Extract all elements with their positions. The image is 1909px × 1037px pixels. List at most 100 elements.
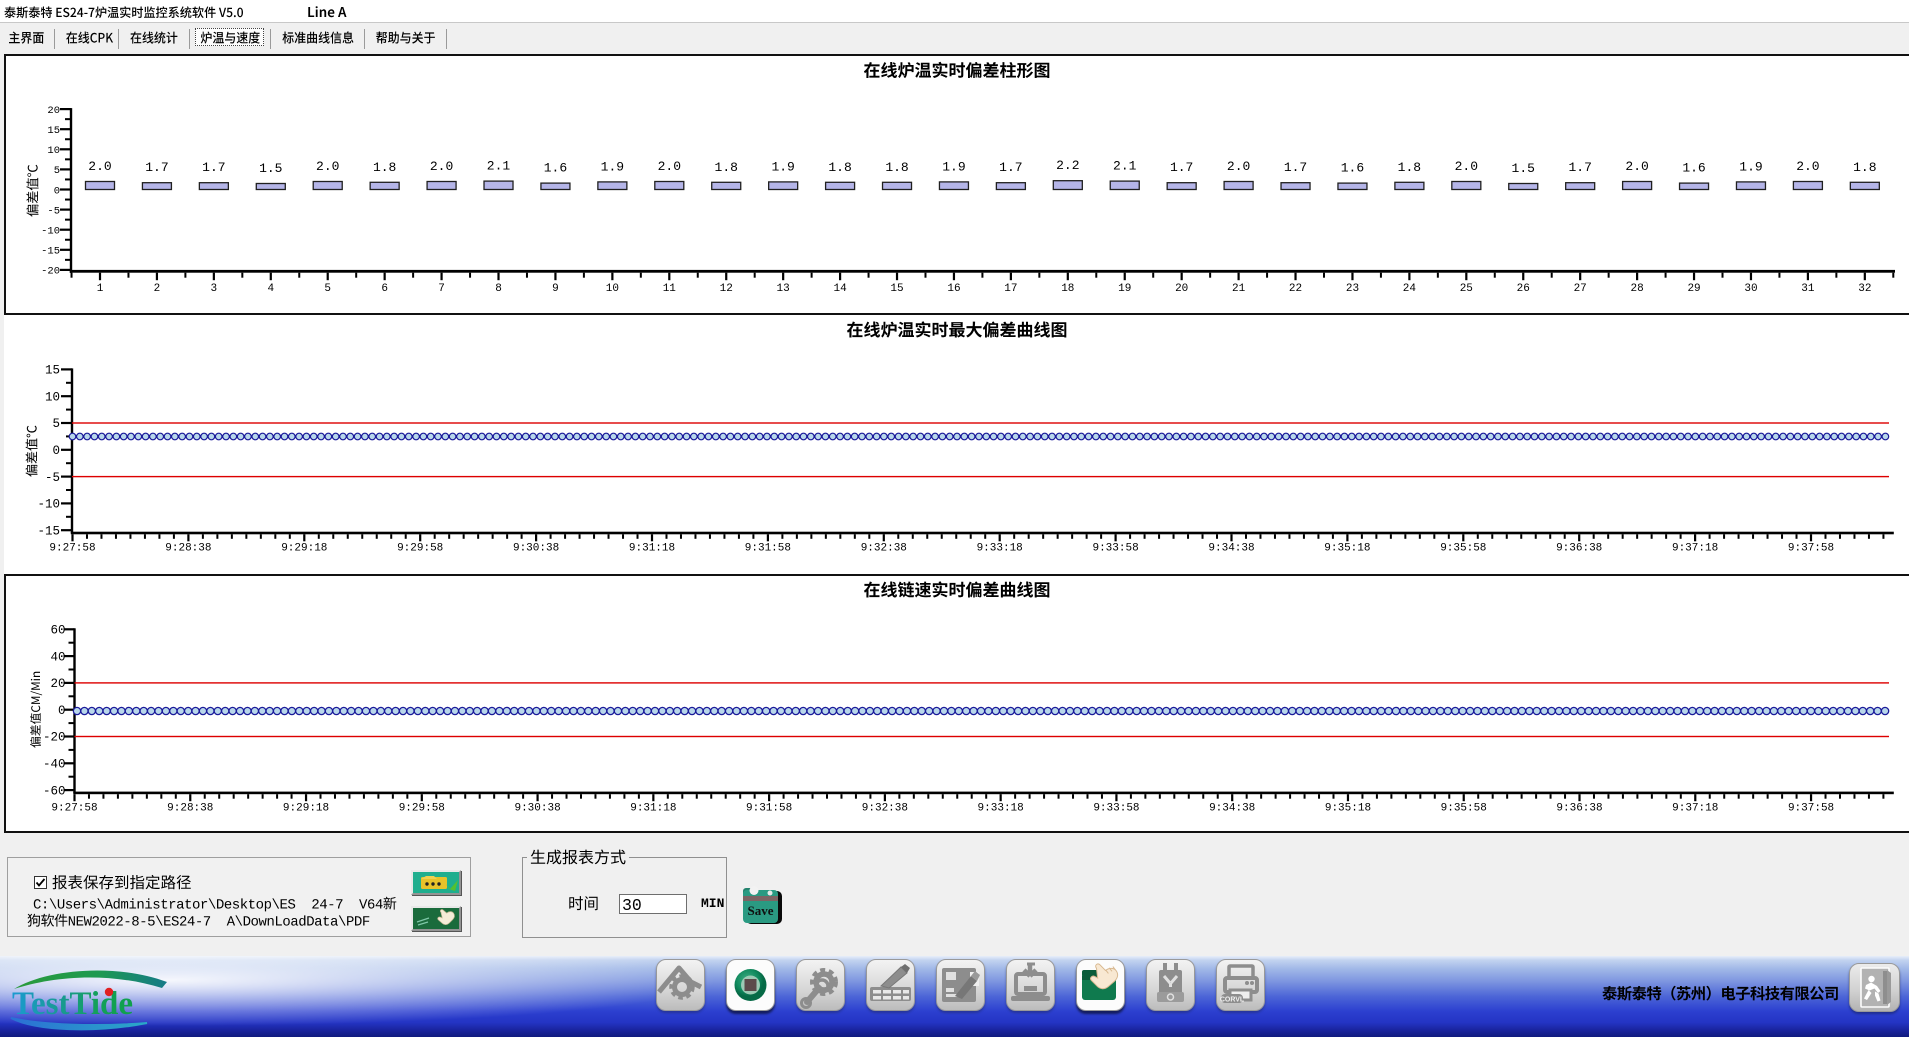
- svg-text:20: 20: [47, 105, 60, 117]
- svg-text:9:37:18: 9:37:18: [1672, 803, 1718, 815]
- svg-text:60: 60: [50, 624, 65, 638]
- svg-text:1.8: 1.8: [1853, 160, 1876, 175]
- svg-text:-5: -5: [47, 205, 60, 217]
- svg-text:9:33:58: 9:33:58: [1092, 543, 1138, 555]
- svg-text:2.0: 2.0: [1625, 159, 1648, 174]
- svg-text:1.9: 1.9: [942, 159, 965, 174]
- svg-text:9:36:38: 9:36:38: [1556, 803, 1602, 815]
- svg-text:25: 25: [1460, 283, 1473, 295]
- svg-text:1.8: 1.8: [373, 160, 396, 175]
- svg-text:9:35:58: 9:35:58: [1440, 543, 1486, 555]
- svg-text:19: 19: [1118, 283, 1131, 295]
- svg-text:9:31:58: 9:31:58: [745, 543, 791, 555]
- svg-text:9:31:58: 9:31:58: [746, 803, 792, 815]
- svg-text:9:31:18: 9:31:18: [629, 543, 675, 555]
- svg-text:-15: -15: [37, 524, 60, 538]
- svg-text:9:29:18: 9:29:18: [283, 803, 329, 815]
- svg-text:1.6: 1.6: [1341, 161, 1364, 176]
- svg-text:9:28:38: 9:28:38: [165, 543, 211, 555]
- svg-text:9:27:58: 9:27:58: [51, 803, 97, 815]
- svg-text:9:29:58: 9:29:58: [399, 803, 445, 815]
- svg-text:9:34:38: 9:34:38: [1209, 803, 1255, 815]
- svg-text:7: 7: [438, 283, 445, 295]
- svg-text:13: 13: [777, 283, 790, 295]
- svg-text:20: 20: [1175, 283, 1188, 295]
- svg-text:9:37:58: 9:37:58: [1788, 803, 1834, 815]
- svg-text:1.5: 1.5: [259, 161, 282, 176]
- svg-text:14: 14: [833, 283, 847, 295]
- svg-text:1.8: 1.8: [715, 160, 738, 175]
- svg-text:1.6: 1.6: [1682, 161, 1705, 176]
- svg-text:3: 3: [211, 283, 218, 295]
- svg-text:31: 31: [1801, 283, 1815, 295]
- svg-text:1: 1: [97, 283, 104, 295]
- svg-text:9:35:58: 9:35:58: [1441, 803, 1487, 815]
- svg-text:9:36:38: 9:36:38: [1556, 543, 1602, 555]
- svg-text:1.7: 1.7: [1284, 160, 1307, 175]
- svg-text:-20: -20: [43, 731, 66, 745]
- svg-text:28: 28: [1631, 283, 1644, 295]
- svg-text:23: 23: [1346, 283, 1359, 295]
- svg-text:2.2: 2.2: [1056, 158, 1079, 173]
- svg-text:9:35:18: 9:35:18: [1325, 803, 1371, 815]
- svg-text:-15: -15: [41, 246, 60, 258]
- svg-text:1.9: 1.9: [771, 159, 794, 174]
- svg-text:5: 5: [324, 283, 331, 295]
- svg-text:1.7: 1.7: [202, 160, 225, 175]
- svg-text:4: 4: [267, 283, 274, 295]
- svg-text:9:28:38: 9:28:38: [167, 803, 213, 815]
- svg-text:22: 22: [1289, 283, 1302, 295]
- svg-text:2.0: 2.0: [430, 159, 453, 174]
- svg-text:9:35:18: 9:35:18: [1324, 543, 1370, 555]
- svg-text:9:34:38: 9:34:38: [1208, 543, 1254, 555]
- svg-text:9:37:18: 9:37:18: [1672, 543, 1718, 555]
- svg-text:1.7: 1.7: [1170, 160, 1193, 175]
- svg-text:2.0: 2.0: [88, 159, 111, 174]
- svg-text:1.7: 1.7: [1568, 160, 1591, 175]
- svg-text:27: 27: [1574, 283, 1587, 295]
- svg-text:26: 26: [1517, 283, 1530, 295]
- svg-text:32: 32: [1858, 283, 1871, 295]
- svg-text:2.0: 2.0: [658, 159, 681, 174]
- svg-text:1.9: 1.9: [1739, 159, 1762, 174]
- svg-text:2.1: 2.1: [1113, 159, 1137, 174]
- svg-text:-5: -5: [45, 471, 60, 485]
- svg-text:-40: -40: [43, 758, 66, 772]
- svg-text:10: 10: [45, 390, 60, 404]
- svg-text:1.9: 1.9: [601, 159, 624, 174]
- svg-text:15: 15: [890, 283, 903, 295]
- svg-text:24: 24: [1403, 283, 1417, 295]
- svg-text:20: 20: [50, 677, 65, 691]
- svg-text:40: 40: [50, 650, 65, 664]
- svg-text:9:32:38: 9:32:38: [861, 543, 907, 555]
- svg-text:2.0: 2.0: [316, 159, 339, 174]
- svg-text:9:27:58: 9:27:58: [49, 543, 95, 555]
- svg-text:15: 15: [45, 364, 60, 378]
- svg-text:10: 10: [47, 145, 60, 157]
- svg-text:1.7: 1.7: [145, 160, 168, 175]
- svg-text:9:33:18: 9:33:18: [978, 803, 1024, 815]
- svg-text:17: 17: [1004, 283, 1017, 295]
- svg-text:1.8: 1.8: [1398, 160, 1421, 175]
- svg-text:9:29:18: 9:29:18: [281, 543, 327, 555]
- svg-text:18: 18: [1061, 283, 1074, 295]
- svg-text:-20: -20: [41, 266, 60, 278]
- svg-text:9:31:18: 9:31:18: [630, 803, 676, 815]
- svg-text:-10: -10: [37, 498, 60, 512]
- svg-text:15: 15: [47, 125, 60, 137]
- svg-text:2.0: 2.0: [1227, 159, 1250, 174]
- svg-text:11: 11: [663, 283, 677, 295]
- svg-text:29: 29: [1687, 283, 1700, 295]
- svg-text:9: 9: [552, 283, 559, 295]
- svg-text:9:37:58: 9:37:58: [1788, 543, 1834, 555]
- svg-text:12: 12: [720, 283, 733, 295]
- svg-text:1.6: 1.6: [544, 161, 567, 176]
- svg-text:1.5: 1.5: [1512, 161, 1535, 176]
- svg-text:9:33:58: 9:33:58: [1093, 803, 1139, 815]
- svg-text:-10: -10: [41, 226, 60, 238]
- svg-text:9:30:38: 9:30:38: [513, 543, 559, 555]
- svg-text:16: 16: [947, 283, 960, 295]
- svg-text:1.8: 1.8: [885, 160, 908, 175]
- svg-text:9:32:38: 9:32:38: [862, 803, 908, 815]
- svg-text:5: 5: [52, 417, 60, 431]
